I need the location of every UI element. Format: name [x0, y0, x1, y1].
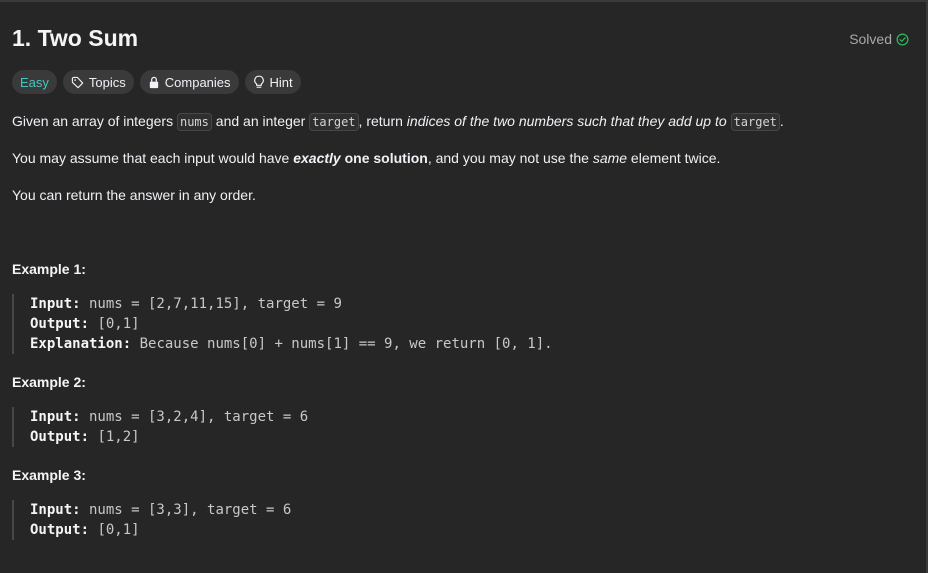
example-block: Input: nums = [3,2,4], target = 6 Output…: [12, 407, 308, 447]
output-value: [0,1]: [89, 522, 140, 538]
example-title: Example 3:: [12, 467, 86, 483]
input-label: Input:: [30, 502, 81, 518]
companies-button[interactable]: Companies: [139, 70, 239, 94]
inline-code-target: target: [730, 113, 780, 131]
desc-text: and an integer: [211, 113, 310, 129]
description-paragraph-1: Given an array of integers nums and an i…: [12, 113, 784, 131]
example-output-line: Output: [0,1]: [30, 520, 291, 540]
desc-strong: one solution: [340, 150, 428, 166]
example-title: Example 2:: [12, 374, 86, 390]
desc-emphasis: same: [592, 150, 628, 166]
example-block: Input: nums = [3,3], target = 6 Output: …: [12, 500, 291, 540]
description-paragraph-2: You may assume that each input would hav…: [12, 150, 720, 166]
tag-row: Easy Topics Companies Hint: [12, 70, 301, 94]
tag-icon: [71, 76, 84, 89]
input-label: Input:: [30, 296, 81, 312]
lock-icon: [148, 76, 160, 89]
topics-button[interactable]: Topics: [62, 70, 134, 94]
problem-title: 1. Two Sum: [12, 25, 139, 51]
example-output-line: Output: [0,1]: [30, 314, 553, 334]
example-input-line: Input: nums = [2,7,11,15], target = 9: [30, 294, 553, 314]
description-paragraph-3: You can return the answer in any order.: [12, 187, 256, 203]
hint-button[interactable]: Hint: [244, 70, 301, 94]
example-input-line: Input: nums = [3,2,4], target = 6: [30, 407, 308, 427]
companies-label: Companies: [164, 74, 231, 90]
difficulty-label: Easy: [20, 74, 49, 90]
solved-label: Solved: [849, 31, 892, 47]
lightbulb-icon: [253, 75, 265, 89]
desc-text: [727, 113, 731, 129]
output-value: [0,1]: [89, 316, 140, 332]
difficulty-badge[interactable]: Easy: [12, 70, 57, 94]
desc-text: Given an array of integers: [12, 113, 177, 129]
input-value: nums = [3,2,4], target = 6: [80, 409, 309, 425]
output-label: Output:: [30, 522, 90, 538]
inline-code-nums: nums: [176, 113, 212, 131]
desc-text: element twice.: [627, 150, 721, 166]
desc-text: , and you may not use the: [427, 150, 593, 166]
output-label: Output:: [30, 316, 90, 332]
inline-code-target: target: [309, 113, 359, 131]
example-title: Example 1:: [12, 261, 86, 277]
example-explanation-line: Explanation: Because nums[0] + nums[1] =…: [30, 334, 553, 354]
check-circle-icon: [896, 33, 909, 46]
example-output-line: Output: [1,2]: [30, 427, 308, 447]
example-input-line: Input: nums = [3,3], target = 6: [30, 500, 291, 520]
explanation-label: Explanation:: [30, 336, 132, 352]
top-border: [0, 0, 928, 2]
desc-text: You may assume that each input would hav…: [12, 150, 294, 166]
example-block: Input: nums = [2,7,11,15], target = 9 Ou…: [12, 294, 553, 354]
input-label: Input:: [30, 409, 81, 425]
desc-emphasis: indices of the two numbers such that the…: [406, 113, 727, 129]
desc-strong-emphasis: exactly: [293, 150, 341, 166]
hint-label: Hint: [269, 74, 293, 90]
output-label: Output:: [30, 429, 90, 445]
output-value: [1,2]: [89, 429, 140, 445]
input-value: nums = [2,7,11,15], target = 9: [80, 296, 342, 312]
topics-label: Topics: [88, 74, 126, 90]
input-value: nums = [3,3], target = 6: [80, 502, 292, 518]
explanation-value: Because nums[0] + nums[1] == 9, we retur…: [131, 336, 553, 352]
desc-text: , return: [358, 113, 407, 129]
solved-status: Solved: [849, 31, 909, 47]
desc-text: .: [779, 113, 784, 129]
